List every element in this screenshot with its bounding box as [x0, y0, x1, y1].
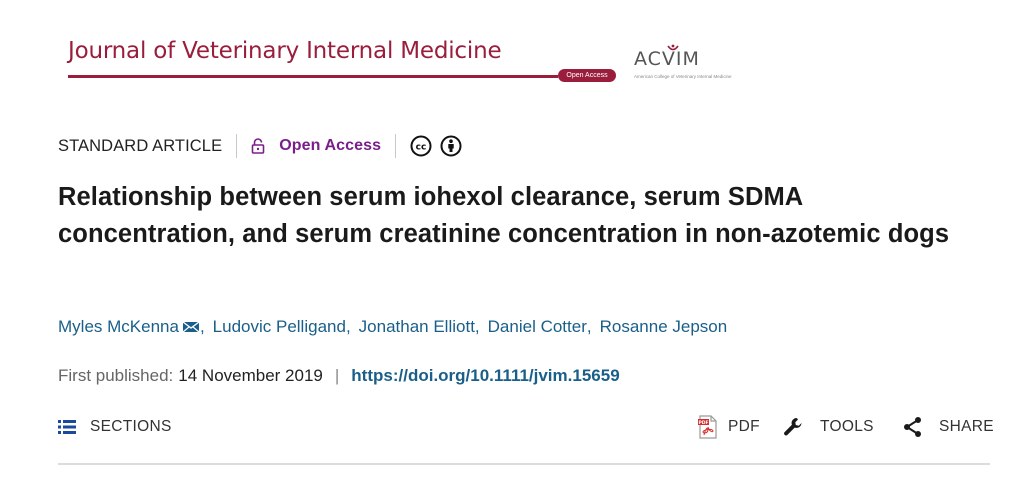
author-name[interactable]: Rosanne Jepson: [600, 317, 728, 337]
svg-text:PDF: PDF: [698, 420, 708, 426]
pdf-icon: PDF: [698, 415, 717, 439]
author-name[interactable]: Ludovic Pelligand: [213, 317, 346, 337]
pdf-label[interactable]: PDF: [728, 418, 760, 436]
wrench-icon: [784, 418, 802, 436]
author-name[interactable]: Jonathan Elliott: [359, 317, 475, 337]
journal-title[interactable]: Journal of Veterinary Internal Medicine: [68, 38, 502, 64]
toolbar-divider: [58, 463, 990, 465]
svg-text:cc: cc: [416, 143, 427, 153]
meta-separator: [395, 134, 397, 158]
journal-banner[interactable]: Journal of Veterinary Internal Medicine …: [68, 38, 732, 88]
pub-separator: |: [334, 366, 340, 385]
author-separator: ,: [345, 317, 351, 336]
article-type: STANDARD ARTICLE: [58, 136, 223, 155]
meta-separator: [236, 134, 238, 158]
license-icons[interactable]: cc: [410, 135, 462, 157]
doi-link[interactable]: https://doi.org/10.1111/jvim.15659: [351, 366, 619, 386]
author-link[interactable]: Daniel Cotter: [488, 317, 587, 337]
share-icon: [904, 417, 921, 437]
caduceus-icon: [667, 44, 679, 51]
article-title: Relationship between serum iohexol clear…: [58, 183, 950, 248]
article-toolbar: SECTIONS PDF PDF TOOLS SHARE: [58, 412, 994, 442]
publication-info: First published: 14 November 2019 | http…: [58, 366, 620, 386]
cc-icon[interactable]: cc: [410, 135, 432, 157]
share-button[interactable]: SHARE: [903, 412, 994, 442]
tools-label[interactable]: TOOLS: [820, 418, 874, 436]
author-list: Myles McKenna , Ludovic Pelligand, Jonat…: [58, 317, 727, 337]
author-link[interactable]: Ludovic Pelligand: [213, 317, 346, 337]
journal-underline: [68, 75, 558, 78]
envelope-icon[interactable]: [182, 320, 200, 334]
first-published-date: 14 November 2019: [178, 366, 323, 385]
share-label[interactable]: SHARE: [939, 418, 994, 436]
acvim-logo[interactable]: ACVIM American College of Veterinary Int…: [634, 44, 734, 84]
open-access-indicator: Open Access: [251, 137, 381, 155]
author-link[interactable]: Jonathan Elliott: [359, 317, 475, 337]
author-name[interactable]: Myles McKenna: [58, 317, 179, 337]
sections-button[interactable]: SECTIONS: [58, 412, 172, 442]
open-access-label: Open Access: [279, 137, 382, 154]
tools-button[interactable]: TOOLS: [782, 412, 874, 442]
author-separator: ,: [586, 317, 592, 336]
first-published-label: First published:: [58, 366, 174, 385]
author-link[interactable]: Myles McKenna: [58, 317, 200, 337]
list-icon: [58, 420, 76, 434]
author-separator: ,: [474, 317, 480, 336]
society-name: American College of Veterinary Internal …: [634, 74, 732, 79]
article-meta-row: STANDARD ARTICLE Open Access cc: [58, 132, 462, 160]
author-name[interactable]: Daniel Cotter: [488, 317, 587, 337]
sections-label[interactable]: SECTIONS: [90, 418, 172, 436]
author-separator: ,: [199, 317, 205, 336]
open-access-pill: Open Access: [558, 69, 616, 82]
pdf-button[interactable]: PDF PDF: [698, 412, 760, 442]
author-link[interactable]: Rosanne Jepson: [600, 317, 728, 337]
unlock-icon: [251, 138, 265, 154]
cc-by-icon[interactable]: [440, 135, 462, 157]
